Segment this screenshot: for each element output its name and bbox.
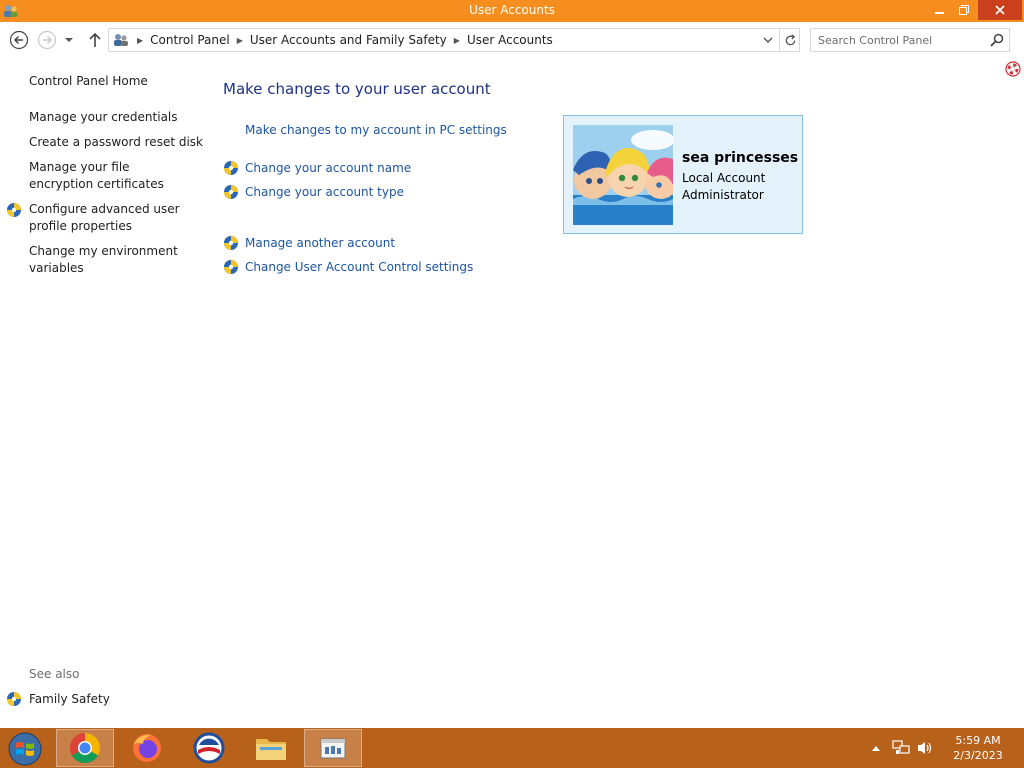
account-name: sea princesses <box>682 150 799 166</box>
account-role: Administrator <box>682 188 764 202</box>
taskbar-file-explorer[interactable] <box>242 729 300 767</box>
forward-arrow-icon <box>37 30 57 50</box>
navigation-bar: ▶ Control Panel ▶ User Accounts and Fami… <box>0 22 1024 58</box>
close-button[interactable] <box>978 0 1022 20</box>
create-password-reset-disk-link[interactable]: Create a password reset disk <box>29 134 204 151</box>
up-arrow-icon <box>89 32 101 47</box>
taskbar-chrome[interactable] <box>56 729 114 767</box>
taskbar-firefox[interactable] <box>118 729 176 767</box>
pc-settings-link[interactable]: Make changes to my account in PC setting… <box>245 123 507 137</box>
title-bar: User Accounts <box>0 0 1024 22</box>
search-input[interactable] <box>811 29 987 51</box>
control-panel-home-link[interactable]: Control Panel Home <box>29 73 204 90</box>
change-environment-variables-link[interactable]: Change my environment variables <box>29 243 179 277</box>
change-account-name-link[interactable]: Change your account name <box>245 161 411 175</box>
breadcrumb-separator-icon[interactable]: ▶ <box>454 36 460 45</box>
left-navigation-pane: Control Panel Home Manage your credentia… <box>0 58 205 728</box>
clock-date: 2/3/2023 <box>953 749 1003 762</box>
minimize-button[interactable] <box>928 0 952 20</box>
close-icon <box>995 5 1005 15</box>
shield-icon <box>224 236 238 250</box>
obama-logo-icon <box>193 732 225 764</box>
breadcrumb-separator-icon[interactable]: ▶ <box>237 36 243 45</box>
page-title: Make changes to your user account <box>223 80 491 98</box>
shield-icon <box>7 203 21 217</box>
taskbar-control-panel[interactable] <box>304 729 362 767</box>
account-card: sea princesses Local Account Administrat… <box>563 115 803 234</box>
recent-locations-button[interactable] <box>62 30 76 50</box>
up-button[interactable] <box>85 30 105 50</box>
search-icon[interactable] <box>989 32 1005 48</box>
account-picture <box>573 125 673 225</box>
shield-icon <box>224 185 238 199</box>
taskbar-obama-app[interactable] <box>180 729 238 767</box>
refresh-button[interactable] <box>779 29 801 51</box>
help-icon[interactable] <box>1005 61 1021 77</box>
manage-file-encryption-link[interactable]: Manage your file encryption certificates <box>29 159 197 193</box>
back-button[interactable] <box>9 30 29 50</box>
forward-button[interactable] <box>37 30 57 50</box>
show-hidden-icons-icon[interactable] <box>871 744 881 752</box>
minimize-icon <box>935 12 944 14</box>
shield-icon <box>224 161 238 175</box>
firefox-icon <box>133 734 161 762</box>
breadcrumb-control-panel[interactable]: Control Panel <box>150 33 230 47</box>
network-icon[interactable] <box>892 740 910 756</box>
family-safety-link[interactable]: Family Safety <box>29 691 204 708</box>
breadcrumb-user-accounts-family-safety[interactable]: User Accounts and Family Safety <box>250 33 447 47</box>
breadcrumb: ▶ Control Panel ▶ User Accounts and Fami… <box>109 29 553 51</box>
shield-icon <box>7 692 21 706</box>
change-uac-settings-link[interactable]: Change User Account Control settings <box>245 260 473 274</box>
clock-time: 5:59 AM <box>955 734 1001 747</box>
system-clock[interactable]: 5:59 AM 2/3/2023 <box>940 733 1016 763</box>
restore-icon <box>959 5 969 15</box>
windows-orb-icon <box>8 732 42 766</box>
search-box[interactable] <box>810 28 1010 52</box>
control-panel-icon <box>114 34 128 46</box>
file-explorer-icon <box>256 739 286 760</box>
shield-icon <box>224 260 238 274</box>
taskbar: 5:59 AM 2/3/2023 <box>0 728 1024 768</box>
see-also-label: See also <box>29 667 80 681</box>
breadcrumb-user-accounts[interactable]: User Accounts <box>467 33 553 47</box>
breadcrumb-separator-icon: ▶ <box>137 35 144 45</box>
address-bar[interactable]: ▶ Control Panel ▶ User Accounts and Fami… <box>108 28 800 52</box>
window-title: User Accounts <box>469 3 555 17</box>
chevron-down-icon <box>763 37 773 43</box>
volume-icon[interactable] <box>916 740 934 756</box>
refresh-icon <box>785 33 796 45</box>
back-arrow-icon <box>9 30 29 50</box>
change-account-type-link[interactable]: Change your account type <box>245 185 404 199</box>
chrome-icon <box>69 733 101 764</box>
manage-another-account-link[interactable]: Manage another account <box>245 236 395 250</box>
start-button[interactable] <box>6 731 44 767</box>
restore-button[interactable] <box>952 0 976 20</box>
configure-profile-properties-link[interactable]: Configure advanced user profile properti… <box>29 201 189 235</box>
address-dropdown-button[interactable] <box>757 29 779 51</box>
manage-credentials-link[interactable]: Manage your credentials <box>29 109 204 126</box>
chevron-down-icon <box>65 38 73 42</box>
account-type: Local Account <box>682 171 766 185</box>
control-panel-icon <box>320 738 346 759</box>
